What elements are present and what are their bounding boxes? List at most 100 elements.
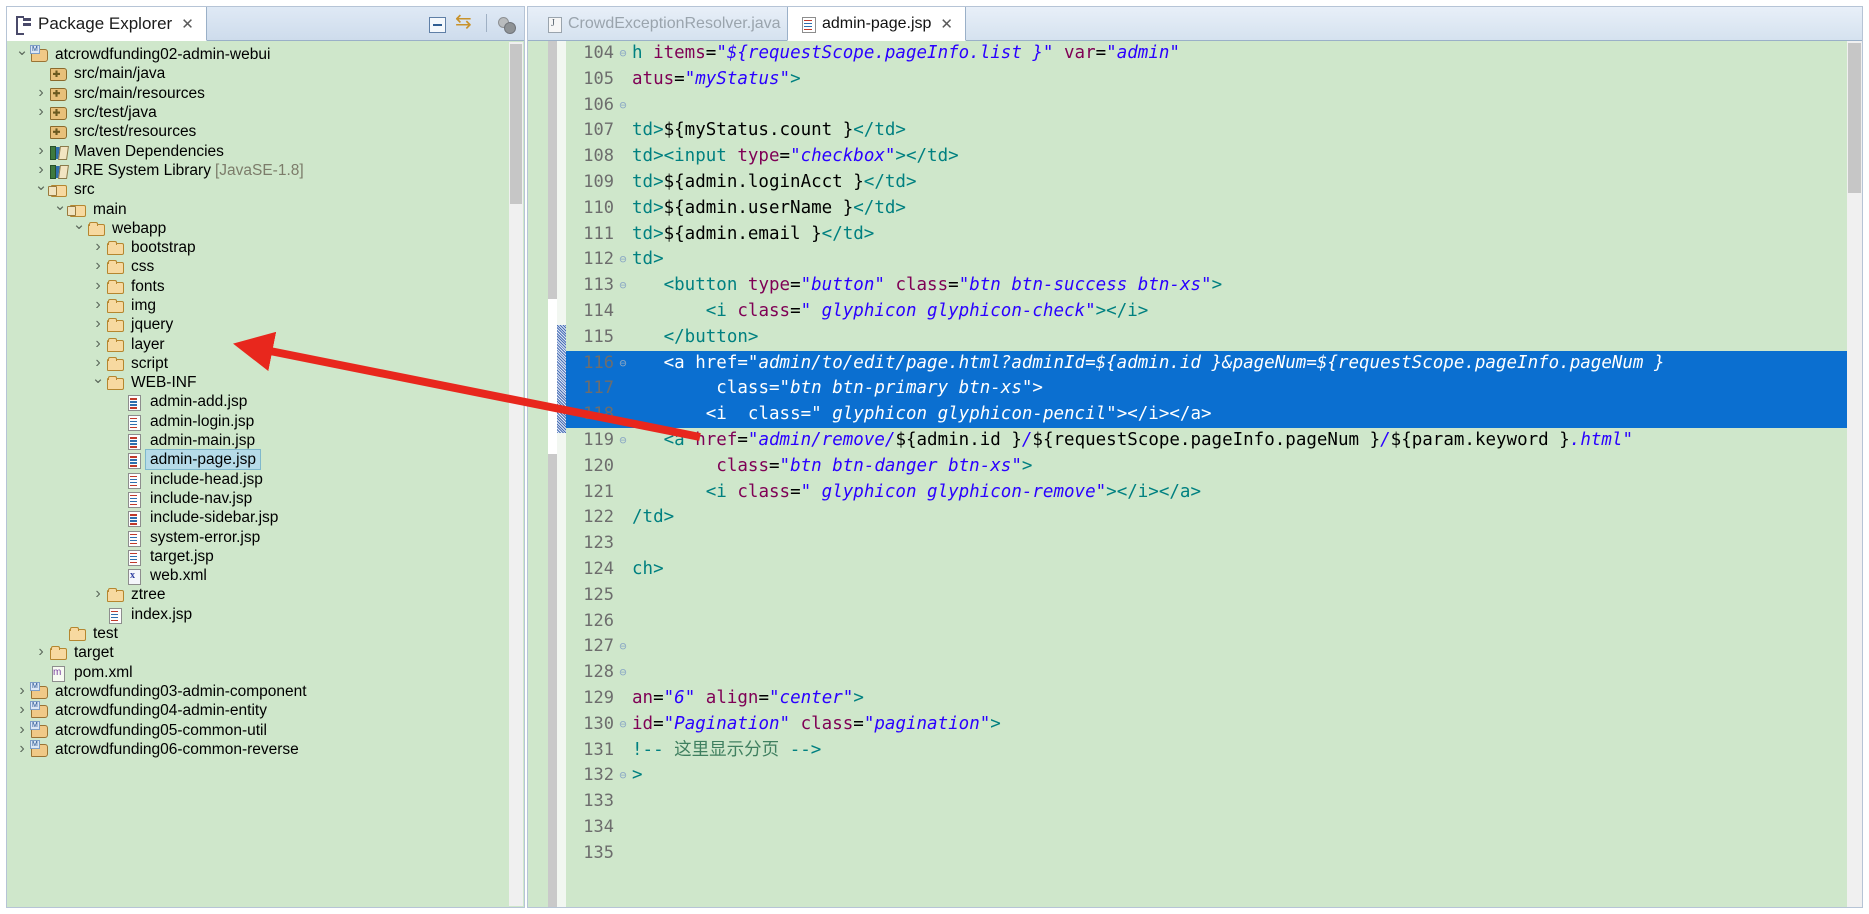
tree-item[interactable]: bootstrap <box>7 238 524 257</box>
code-line[interactable]: 119 ⊖ <a href="admin/remove/${admin.id }/… <box>566 428 1862 454</box>
chevron-right-icon[interactable] <box>34 642 48 663</box>
tree-item[interactable]: Maven Dependencies <box>7 141 524 160</box>
fold-toggle-icon[interactable]: ⊖ <box>616 634 630 660</box>
code-line[interactable]: 106 ⊖ <box>566 93 1862 119</box>
code-line[interactable]: 115 </button> <box>566 325 1862 351</box>
tree-item[interactable]: atcrowdfunding06-common-reverse <box>7 739 524 759</box>
code-line[interactable]: 113 ⊖ <button type="button" class="btn bt… <box>566 273 1862 299</box>
fold-toggle-icon[interactable]: ⊖ <box>616 712 630 738</box>
fold-toggle-icon[interactable]: ⊖ <box>616 273 630 299</box>
tree-item[interactable]: webapp <box>7 219 524 238</box>
code-line[interactable]: 124 ch> <box>566 557 1862 583</box>
code-line[interactable]: 117 class="btn btn-primary btn-xs"> <box>566 376 1862 403</box>
tree-item[interactable]: admin-add.jsp <box>7 392 524 412</box>
tree-item[interactable]: atcrowdfunding03-admin-component <box>7 681 524 702</box>
tree-item[interactable]: test <box>7 624 524 643</box>
code-line[interactable]: 125 <box>566 583 1862 609</box>
code-line[interactable]: 116 ⊖ <a href="admin/to/edit/page.html?ad… <box>566 350 1862 377</box>
fold-toggle-icon[interactable]: ⊖ <box>616 93 630 119</box>
chevron-right-icon[interactable] <box>91 295 105 316</box>
chevron-right-icon[interactable] <box>91 256 105 277</box>
tree-item[interactable]: admin-main.jsp <box>7 431 524 451</box>
tree-item[interactable]: pom.xml <box>7 663 524 682</box>
close-icon[interactable]: ✕ <box>940 15 953 33</box>
editor-scroll-thumb[interactable] <box>1848 43 1861 193</box>
code-line[interactable]: 127 ⊖ <box>566 634 1862 660</box>
tree-item[interactable]: include-nav.jsp <box>7 489 524 508</box>
tree-item[interactable]: layer <box>7 334 524 353</box>
tree-item[interactable]: target.jsp <box>7 547 524 566</box>
code-line[interactable]: 114 <i class=" glyphicon glyphicon-check… <box>566 299 1862 325</box>
code-line[interactable]: 134 <box>566 815 1862 841</box>
view-menu-icon[interactable] <box>496 13 518 35</box>
tree-item[interactable]: include-sidebar.jsp <box>7 508 524 528</box>
tree-item[interactable]: src/main/resources <box>7 84 524 103</box>
fold-toggle-icon[interactable]: ⊖ <box>616 428 630 454</box>
chevron-right-icon[interactable] <box>91 334 105 355</box>
code-line[interactable]: 133 <box>566 789 1862 815</box>
chevron-down-icon[interactable] <box>34 179 48 200</box>
fold-toggle-icon[interactable]: ⊖ <box>616 41 630 67</box>
chevron-right-icon[interactable] <box>15 681 29 702</box>
tree-item[interactable]: css <box>7 257 524 276</box>
chevron-right-icon[interactable] <box>15 720 29 741</box>
tree-item[interactable]: src <box>7 180 524 199</box>
chevron-right-icon[interactable] <box>34 141 48 162</box>
tree-item[interactable]: target <box>7 643 524 662</box>
chevron-right-icon[interactable] <box>91 314 105 335</box>
chevron-right-icon[interactable] <box>91 237 105 258</box>
fold-toggle-icon[interactable]: ⊖ <box>616 351 630 377</box>
fold-toggle-icon[interactable]: ⊖ <box>616 247 630 273</box>
chevron-right-icon[interactable] <box>34 102 48 123</box>
tree-item[interactable]: system-error.jsp <box>7 527 524 547</box>
chevron-right-icon[interactable] <box>91 584 105 605</box>
tree-item[interactable]: atcrowdfunding02-admin-webui <box>7 45 524 64</box>
fold-toggle-icon[interactable]: ⊖ <box>616 763 630 789</box>
code-line[interactable]: 105 atus="myStatus"> <box>566 67 1862 93</box>
tree-item[interactable]: admin-login.jsp <box>7 412 524 431</box>
editor-scrollbar[interactable]: ∧ <box>1847 41 1862 907</box>
code-line[interactable]: 130 ⊖ id="Pagination" class="pagination"> <box>566 712 1862 738</box>
code-lines[interactable]: 104 ⊖ h items="${requestScope.pageInfo.lis… <box>566 41 1862 907</box>
tree-item[interactable]: atcrowdfunding05-common-util <box>7 720 524 739</box>
code-line[interactable]: 126 <box>566 609 1862 635</box>
tree-item[interactable]: WEB-INF <box>7 373 524 392</box>
code-line[interactable]: 122/td> <box>566 505 1862 531</box>
package-explorer-scrollbar[interactable] <box>509 42 523 906</box>
code-line[interactable]: 109 td>${admin.loginAcct }</td> <box>566 170 1862 196</box>
code-line[interactable]: 111 td>${admin.email }</td> <box>566 222 1862 248</box>
code-line[interactable]: 132 ⊖ > <box>566 763 1862 789</box>
tree-item[interactable]: include-head.jsp <box>7 470 524 489</box>
chevron-right-icon[interactable] <box>15 700 29 721</box>
code-line[interactable]: 120 class="btn btn-danger btn-xs"> <box>566 454 1862 480</box>
tree-item[interactable]: index.jsp <box>7 605 524 624</box>
code-line[interactable]: 104 ⊖ h items="${requestScope.pageInfo.lis… <box>566 41 1862 67</box>
tree-item[interactable]: atcrowdfunding04-admin-entity <box>7 701 524 720</box>
chevron-down-icon[interactable] <box>72 218 86 239</box>
code-line[interactable]: 108 td><input type="checkbox"></td> <box>566 144 1862 170</box>
editor-body[interactable]: 104 ⊖ h items="${requestScope.pageInfo.lis… <box>528 41 1862 907</box>
code-line[interactable]: 131 !-- 这里显示分页 --> <box>566 738 1862 764</box>
chevron-down-icon[interactable] <box>15 44 29 65</box>
chevron-right-icon[interactable] <box>91 276 105 297</box>
link-with-editor-icon[interactable] <box>455 13 477 35</box>
code-line[interactable]: 129 an="6" align="center"> <box>566 686 1862 712</box>
package-explorer-tree-scroll[interactable]: atcrowdfunding02-admin-webuisrc/main/jav… <box>7 41 524 907</box>
tree-item[interactable]: ztree <box>7 585 524 604</box>
tree-item[interactable]: web.xml <box>7 566 524 586</box>
folding-ruler[interactable] <box>557 41 566 907</box>
tree-item[interactable]: admin-page.jsp <box>7 449 524 471</box>
code-line[interactable]: 123 <box>566 531 1862 557</box>
annotation-ruler[interactable] <box>528 41 548 907</box>
code-line[interactable]: 110 td>${admin.userName }</td> <box>566 196 1862 222</box>
package-explorer-scroll-thumb[interactable] <box>510 44 522 204</box>
chevron-down-icon[interactable] <box>53 199 67 220</box>
tree-item[interactable]: jquery <box>7 315 524 334</box>
code-line[interactable]: 112 ⊖ td> <box>566 247 1862 273</box>
tree-item[interactable]: fonts <box>7 277 524 296</box>
code-line[interactable]: 107 td>${myStatus.count }</td> <box>566 118 1862 144</box>
tab-crowdexceptionresolver[interactable]: CrowdExceptionResolver.java <box>534 7 793 41</box>
code-line[interactable]: 121 <i class=" glyphicon glyphicon-remov… <box>566 480 1862 506</box>
chevron-right-icon[interactable] <box>34 83 48 104</box>
tree-item[interactable]: src/test/java <box>7 103 524 122</box>
